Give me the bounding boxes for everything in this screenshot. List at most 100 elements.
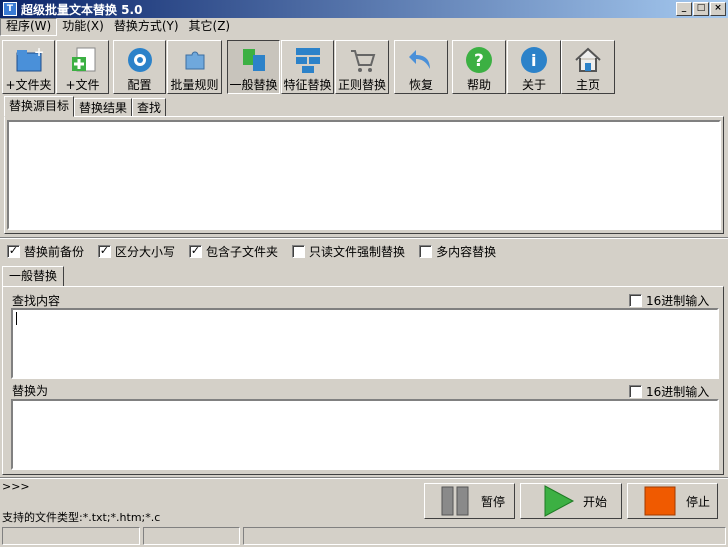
- find-hex-checkbox[interactable]: [629, 294, 642, 307]
- stop-button[interactable]: 停止: [627, 483, 718, 519]
- pause-icon: [441, 486, 469, 516]
- add-file-label: +文件: [65, 78, 100, 92]
- pause-label: 暂停: [481, 494, 506, 509]
- menu-program[interactable]: 程序(W): [0, 18, 58, 36]
- backup-checkbox[interactable]: ✓: [7, 244, 20, 258]
- svg-text:+: +: [34, 45, 44, 59]
- stop-label: 停止: [686, 494, 711, 509]
- config-button[interactable]: 配置: [113, 40, 166, 94]
- regex-replace-icon: [351, 50, 376, 72]
- divider: [0, 237, 728, 239]
- multi-content-label: 多内容替换: [436, 244, 497, 259]
- about-button[interactable]: i 关于: [507, 40, 561, 94]
- home-label: 主页: [575, 78, 600, 92]
- include-subfolders-label: 包含子文件夹: [206, 244, 279, 259]
- replace-hex-label: 16进制输入: [646, 385, 710, 399]
- menu-bar: 程序(W) 功能(X) 替换方式(Y) 其它(Z): [0, 18, 728, 36]
- close-button[interactable]: ×: [710, 2, 726, 16]
- batch-rules-button[interactable]: 批量规则: [167, 40, 222, 94]
- add-folder-icon: +: [16, 45, 44, 72]
- text-cursor: [16, 312, 17, 325]
- puzzle-icon: [185, 51, 204, 70]
- footer-divider: [0, 477, 728, 479]
- config-label: 配置: [127, 78, 152, 92]
- multi-content-checkbox[interactable]: [419, 244, 433, 258]
- force-readonly-checkbox[interactable]: [292, 244, 306, 258]
- help-icon: ?: [466, 47, 492, 73]
- log-prompt: >>>: [2, 480, 30, 493]
- tab-replace-results[interactable]: 替换结果: [74, 98, 133, 117]
- play-icon: [544, 485, 575, 517]
- svg-text:?: ?: [474, 51, 484, 71]
- add-file-icon: [71, 47, 95, 72]
- menu-replace-mode[interactable]: 替换方式(Y): [109, 18, 184, 36]
- tab-general-replace[interactable]: 一般替换: [2, 266, 65, 287]
- status-pane-2: [143, 527, 240, 545]
- replace-input[interactable]: [11, 399, 719, 470]
- add-file-button[interactable]: +文件: [56, 40, 109, 94]
- help-label: 帮助: [466, 78, 491, 92]
- find-hex-label: 16进制输入: [646, 294, 710, 308]
- force-readonly-option[interactable]: 只读文件强制替换: [292, 243, 405, 260]
- status-pane-1: [2, 527, 140, 545]
- tab-find[interactable]: 查找: [132, 98, 167, 117]
- supported-types: 支持的文件类型:*.txt;*.htm;*.c: [2, 511, 161, 524]
- regex-replace-button[interactable]: 正则替换: [335, 40, 389, 94]
- find-input[interactable]: [11, 308, 719, 379]
- include-subfolders-checkbox[interactable]: ✓: [189, 244, 203, 258]
- backup-label: 替换前备份: [24, 244, 85, 259]
- about-label: 关于: [521, 78, 546, 92]
- feature-replace-icon: [295, 48, 320, 73]
- home-button[interactable]: 主页: [561, 40, 615, 94]
- regex-replace-label: 正则替换: [337, 78, 386, 92]
- app-icon: T: [3, 2, 17, 16]
- normal-replace-icon: [242, 49, 265, 71]
- multi-content-option[interactable]: 多内容替换: [419, 243, 496, 260]
- title-bar: T 超级批量文本替换 5.0 _ □ ×: [0, 0, 728, 18]
- feature-replace-label: 特征替换: [283, 78, 332, 92]
- menu-function[interactable]: 功能(X): [57, 18, 109, 36]
- case-sensitive-option[interactable]: ✓ 区分大小写: [98, 243, 175, 260]
- replace-hex-option[interactable]: 16进制输入: [629, 383, 709, 400]
- batch-rules-label: 批量规则: [170, 78, 219, 92]
- find-label: 查找内容: [12, 294, 61, 308]
- restore-label: 恢复: [408, 78, 433, 92]
- start-label: 开始: [583, 494, 608, 509]
- normal-replace-button[interactable]: 一般替换: [227, 40, 280, 94]
- start-button[interactable]: 开始: [520, 483, 622, 519]
- case-sensitive-checkbox[interactable]: ✓: [98, 244, 112, 258]
- restore-button[interactable]: 恢复: [394, 40, 448, 94]
- source-panel: [4, 116, 724, 234]
- about-icon: i: [521, 47, 547, 73]
- minimize-button[interactable]: _: [676, 2, 692, 16]
- feature-replace-button[interactable]: 特征替换: [281, 40, 334, 94]
- source-list[interactable]: [7, 120, 721, 230]
- replace-label: 替换为: [12, 384, 49, 398]
- force-readonly-label: 只读文件强制替换: [309, 244, 406, 259]
- stop-icon: [644, 486, 676, 516]
- maximize-button[interactable]: □: [693, 2, 709, 16]
- source-tabs: 替换源目标 替换结果 查找: [4, 96, 167, 117]
- config-icon: [127, 48, 152, 72]
- add-folder-button[interactable]: + +文件夹: [2, 40, 55, 94]
- case-sensitive-label: 区分大小写: [115, 244, 176, 259]
- tab-source-target[interactable]: 替换源目标: [4, 96, 75, 117]
- add-folder-label: +文件夹: [5, 78, 52, 92]
- svg-text:i: i: [531, 51, 536, 70]
- normal-replace-label: 一般替换: [229, 78, 278, 92]
- general-replace-panel: 查找内容 16进制输入 替换为 16进制输入: [2, 286, 724, 475]
- options-row: ✓ 替换前备份 ✓ 区分大小写 ✓ 包含子文件夹 只读文件强制替换 多内容替换: [7, 242, 510, 260]
- status-pane-3: [243, 527, 726, 545]
- help-button[interactable]: ? 帮助: [452, 40, 506, 94]
- toolbar: + +文件夹 +文件 配置 批量规则 一般替换 特征替换 正则替换 恢复 ? 帮…: [0, 40, 728, 94]
- find-hex-option[interactable]: 16进制输入: [629, 292, 709, 309]
- include-subfolders-option[interactable]: ✓ 包含子文件夹: [189, 243, 278, 260]
- replace-hex-checkbox[interactable]: [629, 385, 642, 398]
- menu-other[interactable]: 其它(Z): [184, 18, 236, 36]
- backup-option[interactable]: ✓ 替换前备份: [7, 243, 84, 260]
- window-title: 超级批量文本替换 5.0: [21, 2, 143, 17]
- home-icon: [575, 47, 601, 72]
- pause-button[interactable]: 暂停: [424, 483, 515, 519]
- restore-icon: [409, 50, 430, 69]
- status-bar: [0, 526, 728, 547]
